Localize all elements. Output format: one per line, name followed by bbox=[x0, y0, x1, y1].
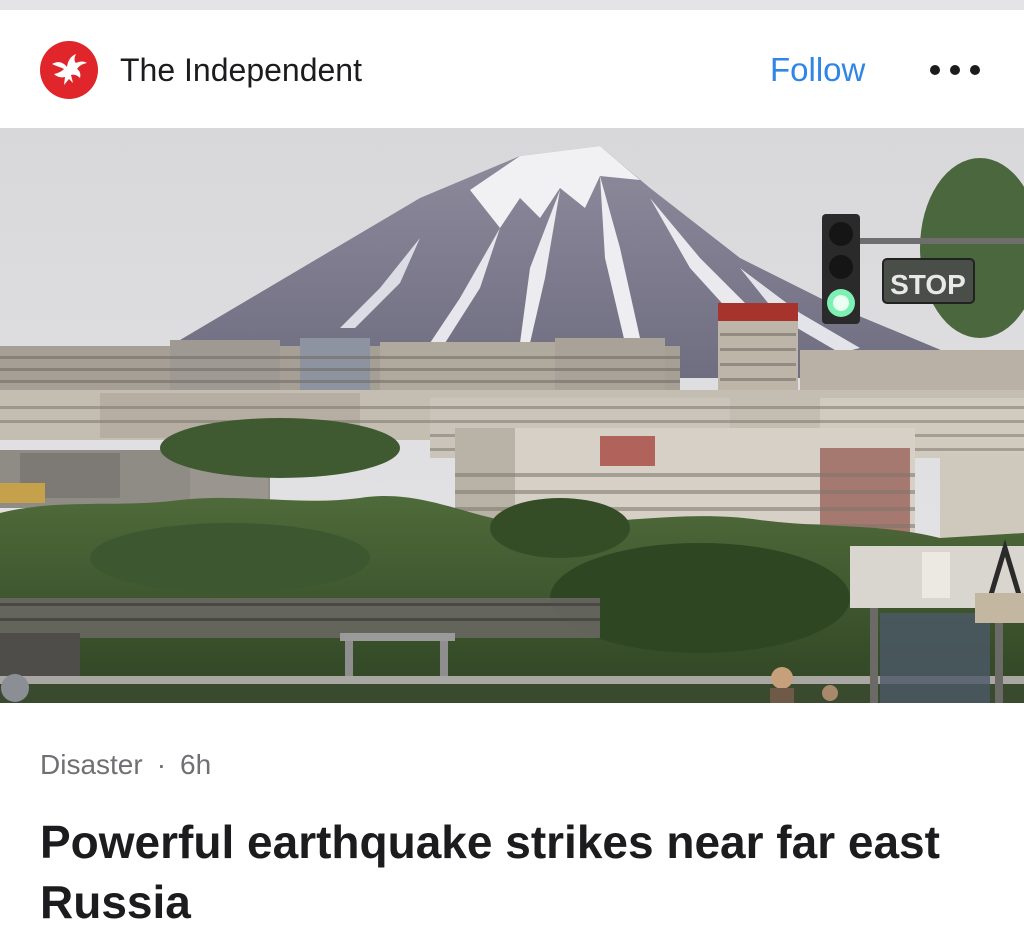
publisher-name[interactable]: The Independent bbox=[120, 51, 362, 89]
meta-separator: · bbox=[156, 749, 167, 780]
eagle-icon bbox=[52, 54, 87, 85]
ellipsis-dot bbox=[970, 65, 980, 75]
article-timestamp: 6h bbox=[180, 749, 212, 780]
article-headline[interactable]: Powerful earthquake strikes near far eas… bbox=[40, 812, 940, 932]
news-card[interactable]: The Independent Follow STOP Disaster · 6… bbox=[0, 0, 1024, 941]
card-header: The Independent Follow bbox=[0, 10, 1024, 128]
follow-button[interactable]: Follow bbox=[770, 50, 865, 90]
stop-sign-text: STOP bbox=[890, 269, 966, 300]
ellipsis-icon[interactable] bbox=[930, 62, 980, 78]
hero-photo: STOP bbox=[0, 128, 1024, 703]
article-hero-image[interactable]: STOP bbox=[0, 128, 1024, 703]
top-divider bbox=[0, 0, 1024, 10]
ellipsis-dot bbox=[950, 65, 960, 75]
article-category[interactable]: Disaster bbox=[40, 749, 143, 780]
bus-stop bbox=[850, 539, 1024, 703]
ellipsis-dot bbox=[930, 65, 940, 75]
publisher-logo[interactable] bbox=[40, 41, 98, 99]
article-meta: Disaster · 6h bbox=[40, 748, 211, 782]
